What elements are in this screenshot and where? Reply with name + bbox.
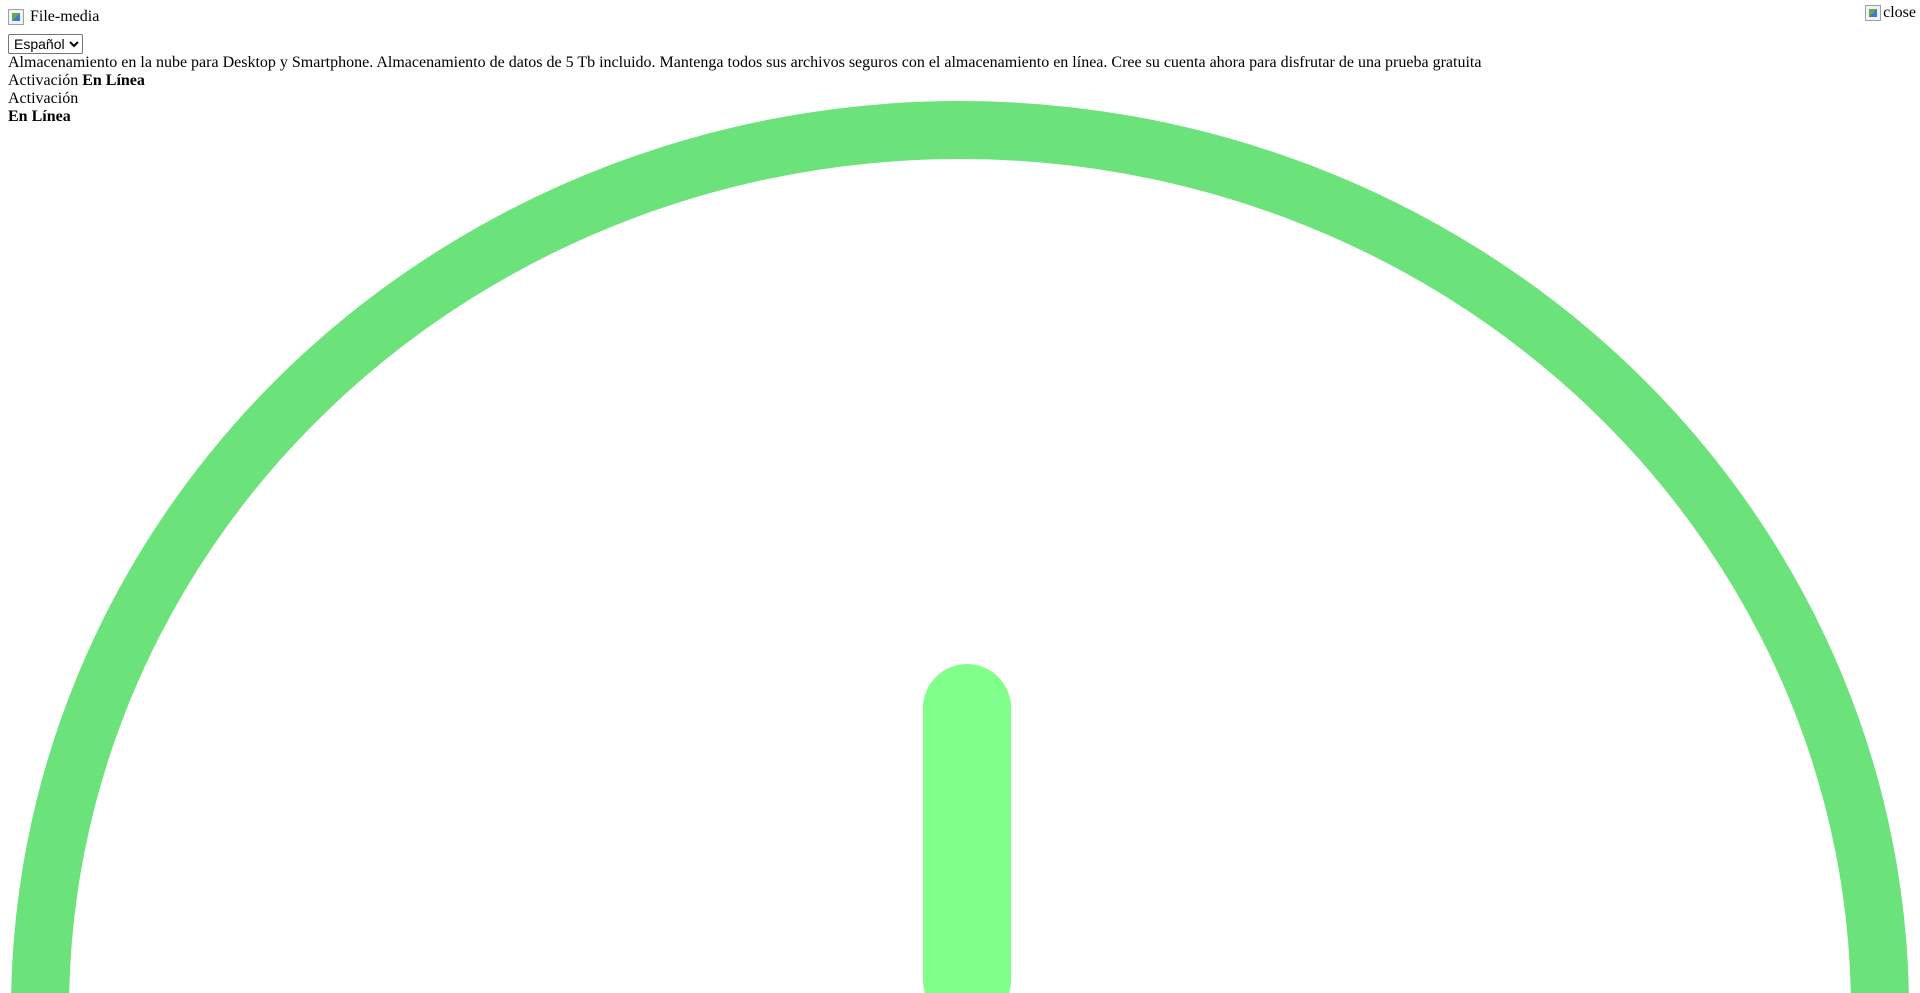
logo-icon [8,9,24,25]
status-stacked-value: En Línea [8,108,1912,126]
close-button[interactable]: close [1865,4,1916,22]
page-content: File-media Español Almacenamiento en la … [8,0,1912,126]
header: File-media [8,0,1912,34]
language-select[interactable]: Español [8,34,83,54]
status-stacked-label: Activación [8,90,79,107]
brand-name: File-media [30,8,100,25]
description-text: Almacenamiento en la nube para Desktop y… [8,54,1482,71]
status-inline-label: Activación [8,72,79,89]
close-alt-text: close [1883,4,1916,21]
close-icon[interactable] [1865,5,1882,21]
language-row: Español [8,34,1912,54]
status-inline-value: En Línea [82,72,145,89]
power-icon[interactable] [0,0,1920,993]
status-inline: Activación En Línea [8,72,1912,90]
status-stacked-value-text: En Línea [8,108,71,125]
power-icon-bar[interactable] [923,664,1011,993]
